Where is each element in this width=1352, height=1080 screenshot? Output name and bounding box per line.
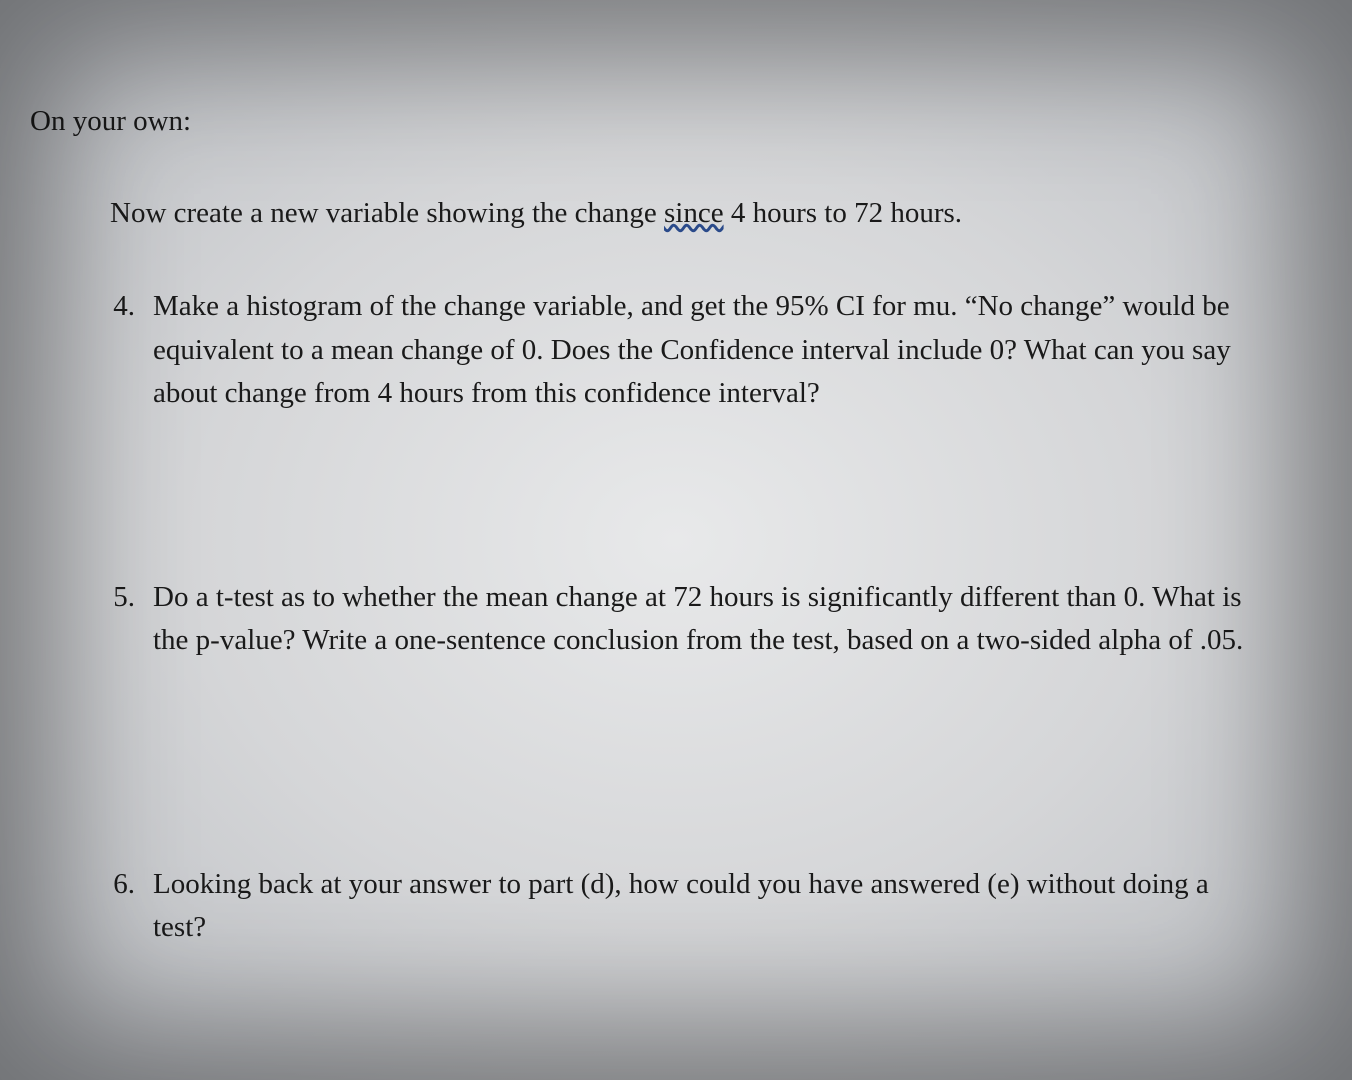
- question-number: 5.: [85, 576, 153, 663]
- intro-before: Now create a new variable showing the ch…: [110, 197, 664, 229]
- question-number: 6.: [85, 863, 153, 950]
- question-text: Make a histogram of the change variable,…: [153, 285, 1292, 416]
- question-5: 5. Do a t-test as to whether the mean ch…: [85, 576, 1292, 663]
- document-page: On your own: Now create a new variable s…: [0, 0, 1352, 990]
- section-heading: On your own:: [30, 100, 1292, 144]
- question-6: 6. Looking back at your answer to part (…: [85, 863, 1292, 950]
- question-text: Do a t-test as to whether the mean chang…: [153, 576, 1292, 663]
- question-text: Looking back at your answer to part (d),…: [153, 863, 1292, 950]
- question-number: 4.: [85, 285, 153, 416]
- intro-underlined: since: [664, 197, 724, 229]
- intro-after: 4 hours to 72 hours.: [724, 197, 962, 229]
- intro-text: Now create a new variable showing the ch…: [110, 192, 1292, 236]
- question-4: 4. Make a histogram of the change variab…: [85, 285, 1292, 416]
